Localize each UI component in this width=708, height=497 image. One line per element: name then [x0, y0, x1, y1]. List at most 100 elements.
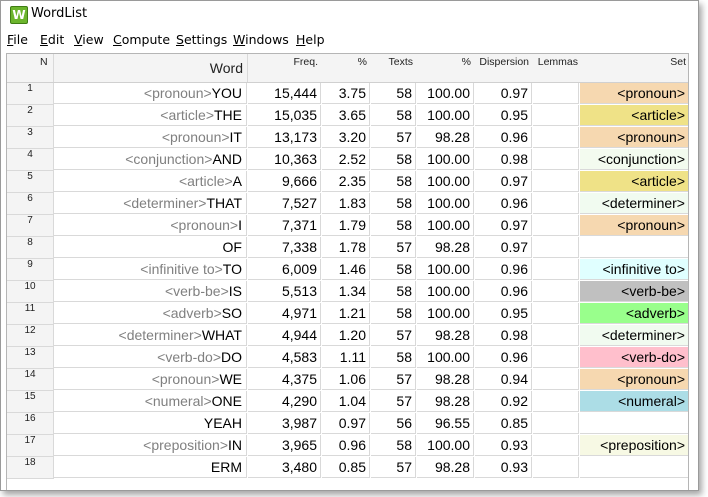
dispersion-cell[interactable]: 0.92 — [475, 391, 532, 412]
pct-cell[interactable]: 1.79 — [322, 215, 370, 236]
lemmas-cell[interactable] — [533, 259, 579, 280]
dispersion-cell[interactable]: 0.96 — [475, 259, 532, 280]
lemmas-cell[interactable] — [533, 325, 579, 346]
set-cell[interactable]: <verb-do> — [580, 347, 688, 368]
word-cell[interactable]: <numeral>ONE — [54, 391, 247, 412]
word-cell[interactable]: <article>A — [54, 171, 247, 192]
table-row[interactable]: 14 <pronoun>WE 4,375 1.06 57 98.28 0.94 <pronou… — [7, 369, 688, 391]
freq-cell[interactable]: 4,944 — [248, 325, 321, 346]
texts-cell[interactable]: 58 — [371, 303, 416, 324]
freq-cell[interactable]: 5,513 — [248, 281, 321, 302]
texts-cell[interactable]: 57 — [371, 325, 416, 346]
set-cell[interactable]: <numeral> — [580, 391, 688, 412]
pct-cell[interactable]: 1.46 — [322, 259, 370, 280]
lemmas-cell[interactable] — [533, 435, 579, 456]
pct-cell[interactable]: 2.52 — [322, 149, 370, 170]
freq-cell[interactable]: 10,363 — [248, 149, 321, 170]
table-row[interactable]: 6 <determiner>THAT 7,527 1.83 58 100.00 0.96 <d… — [7, 193, 688, 215]
freq-cell[interactable]: 4,583 — [248, 347, 321, 368]
pct-texts-cell[interactable]: 98.28 — [417, 237, 474, 258]
freq-cell[interactable]: 4,375 — [248, 369, 321, 390]
dispersion-cell[interactable]: 0.98 — [475, 149, 532, 170]
pct-texts-cell[interactable]: 100.00 — [417, 105, 474, 126]
texts-cell[interactable]: 56 — [371, 413, 416, 434]
pct-texts-cell[interactable]: 100.00 — [417, 193, 474, 214]
freq-cell[interactable]: 4,971 — [248, 303, 321, 324]
set-cell[interactable]: <article> — [580, 105, 688, 126]
pct-texts-cell[interactable]: 98.28 — [417, 325, 474, 346]
texts-cell[interactable]: 58 — [371, 259, 416, 280]
row-number[interactable]: 12 — [7, 325, 54, 347]
freq-cell[interactable]: 15,444 — [248, 83, 321, 104]
menu-view[interactable]: View — [74, 32, 104, 47]
pct-cell[interactable]: 1.78 — [322, 237, 370, 258]
row-number[interactable]: 17 — [7, 435, 54, 457]
row-number[interactable]: 4 — [7, 149, 54, 171]
texts-cell[interactable]: 58 — [371, 281, 416, 302]
pct-texts-cell[interactable]: 98.28 — [417, 391, 474, 412]
lemmas-cell[interactable] — [533, 413, 579, 434]
set-cell[interactable]: <pronoun> — [580, 127, 688, 148]
set-cell[interactable] — [580, 413, 688, 434]
pct-texts-cell[interactable]: 98.28 — [417, 127, 474, 148]
title-bar[interactable]: W WordList — [1, 1, 698, 29]
row-number[interactable]: 16 — [7, 413, 54, 435]
row-number[interactable]: 10 — [7, 281, 54, 303]
dispersion-cell[interactable]: 0.97 — [475, 237, 532, 258]
pct-cell[interactable]: 1.06 — [322, 369, 370, 390]
texts-cell[interactable]: 58 — [371, 171, 416, 192]
word-cell[interactable]: <verb-be>IS — [54, 281, 247, 302]
row-number[interactable]: 2 — [7, 105, 54, 127]
table-row[interactable]: 15 <numeral>ONE 4,290 1.04 57 98.28 0.92 <numer… — [7, 391, 688, 413]
set-cell[interactable]: <adverb> — [580, 303, 688, 324]
table-row[interactable]: 17 <preposition>IN 3,965 0.96 58 100.00 0.93 <p… — [7, 435, 688, 457]
word-cell[interactable]: <article>THE — [54, 105, 247, 126]
freq-cell[interactable]: 4,290 — [248, 391, 321, 412]
set-cell[interactable]: <determiner> — [580, 193, 688, 214]
table-row[interactable]: 8 OF 7,338 1.78 57 98.28 0.97 — [7, 237, 688, 259]
row-number[interactable]: 15 — [7, 391, 54, 413]
header-n-cell[interactable]: N — [7, 54, 54, 82]
set-cell[interactable]: <verb-be> — [580, 281, 688, 302]
pct-texts-cell[interactable]: 100.00 — [417, 171, 474, 192]
texts-cell[interactable]: 58 — [371, 347, 416, 368]
lemmas-cell[interactable] — [533, 391, 579, 412]
pct-cell[interactable]: 1.34 — [322, 281, 370, 302]
word-cell[interactable]: <pronoun>IT — [54, 127, 247, 148]
pct-texts-cell[interactable]: 100.00 — [417, 215, 474, 236]
freq-cell[interactable]: 7,338 — [248, 237, 321, 258]
texts-cell[interactable]: 58 — [371, 105, 416, 126]
texts-cell[interactable]: 57 — [371, 237, 416, 258]
row-number[interactable]: 1 — [7, 83, 54, 105]
dispersion-cell[interactable]: 0.93 — [475, 457, 532, 478]
pct-cell[interactable]: 2.35 — [322, 171, 370, 192]
row-number[interactable]: 8 — [7, 237, 54, 259]
table-row[interactable]: 5 <article>A 9,666 2.35 58 100.00 0.97 <article… — [7, 171, 688, 193]
word-cell[interactable]: <pronoun>WE — [54, 369, 247, 390]
lemmas-cell[interactable] — [533, 303, 579, 324]
word-cell[interactable]: <preposition>IN — [54, 435, 247, 456]
menu-settings[interactable]: Settings — [176, 32, 227, 47]
table-row[interactable]: 1 <pronoun>YOU 15,444 3.75 58 100.00 0.97 <pron… — [7, 83, 688, 105]
lemmas-cell[interactable] — [533, 149, 579, 170]
word-cell[interactable]: <pronoun>I — [54, 215, 247, 236]
pct-texts-cell[interactable]: 100.00 — [417, 303, 474, 324]
table-row[interactable]: 10 <verb-be>IS 5,513 1.34 58 100.00 0.96 <verb-… — [7, 281, 688, 303]
dispersion-cell[interactable]: 0.96 — [475, 347, 532, 368]
row-number[interactable]: 11 — [7, 303, 54, 325]
lemmas-cell[interactable] — [533, 347, 579, 368]
freq-cell[interactable]: 7,527 — [248, 193, 321, 214]
table-row[interactable]: 11 <adverb>SO 4,971 1.21 58 100.00 0.95 <adverb… — [7, 303, 688, 325]
row-number[interactable]: 7 — [7, 215, 54, 237]
lemmas-cell[interactable] — [533, 171, 579, 192]
row-number[interactable]: 14 — [7, 369, 54, 391]
pct-texts-cell[interactable]: 100.00 — [417, 281, 474, 302]
dispersion-cell[interactable]: 0.96 — [475, 281, 532, 302]
pct-texts-cell[interactable]: 100.00 — [417, 347, 474, 368]
freq-cell[interactable]: 9,666 — [248, 171, 321, 192]
word-cell[interactable]: OF — [54, 237, 247, 258]
freq-cell[interactable]: 6,009 — [248, 259, 321, 280]
table-row[interactable]: 18 ERM 3,480 0.85 57 98.28 0.93 — [7, 457, 688, 479]
pct-cell[interactable]: 3.65 — [322, 105, 370, 126]
texts-cell[interactable]: 57 — [371, 391, 416, 412]
